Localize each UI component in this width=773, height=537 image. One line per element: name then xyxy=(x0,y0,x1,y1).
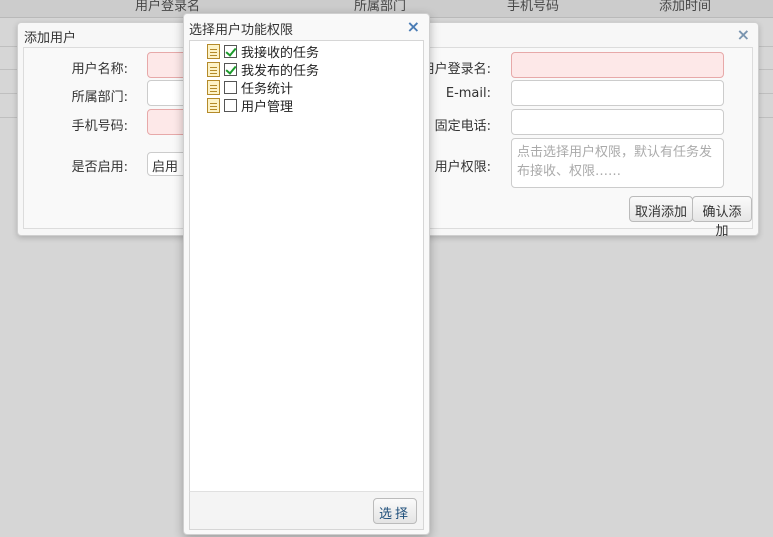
select-button[interactable]: 选择 xyxy=(372,498,417,524)
checkbox-user-management[interactable] xyxy=(224,98,237,112)
perm-textarea[interactable]: 点击选择用户权限，默认有任务发布接收、权限…… xyxy=(511,138,724,188)
cancel-add-button[interactable]: 取消添加 xyxy=(629,196,694,222)
phone-input[interactable] xyxy=(511,109,724,135)
tree-item-published-tasks[interactable]: 我发布的任务 xyxy=(207,60,320,79)
tree-item-label: 我发布的任务 xyxy=(241,63,320,79)
dialog-footer: 选择 xyxy=(189,491,424,530)
username-label: 用户名称: xyxy=(71,62,128,77)
tree-item-task-stats[interactable]: 任务统计 xyxy=(207,78,294,97)
checkbox-task-stats[interactable] xyxy=(224,80,237,94)
document-icon xyxy=(207,97,220,113)
email-input[interactable] xyxy=(511,80,724,106)
tree-item-user-management[interactable]: 用户管理 xyxy=(207,96,294,115)
dialog-title: 选择用户功能权限 xyxy=(189,23,294,38)
enabled-label: 是否启用: xyxy=(71,160,128,175)
document-icon xyxy=(207,61,220,77)
tree-item-label: 任务统计 xyxy=(241,81,294,97)
tree-item-received-tasks[interactable]: 我接收的任务 xyxy=(207,42,320,61)
close-icon[interactable]: × xyxy=(407,17,420,36)
dept-label: 所属部门: xyxy=(71,90,128,105)
tree-item-label: 我接收的任务 xyxy=(241,45,320,61)
login-input[interactable] xyxy=(511,52,724,78)
close-icon[interactable]: × xyxy=(737,25,750,44)
confirm-add-button[interactable]: 确认添加 xyxy=(692,196,752,239)
permission-dialog: 选择用户功能权限 × 我接收的任务 我发布的任务 任务统计 用户管理 选择 xyxy=(183,13,430,535)
tree-item-label: 用户管理 xyxy=(241,99,294,115)
document-icon xyxy=(207,43,220,59)
mobile-label: 手机号码: xyxy=(71,119,128,134)
checkbox-received-tasks[interactable] xyxy=(224,44,237,58)
checkbox-published-tasks[interactable] xyxy=(224,62,237,76)
permission-tree: 我接收的任务 我发布的任务 任务统计 用户管理 xyxy=(189,40,424,505)
dialog-title: 添加用户 xyxy=(24,31,77,46)
document-icon xyxy=(207,79,220,95)
